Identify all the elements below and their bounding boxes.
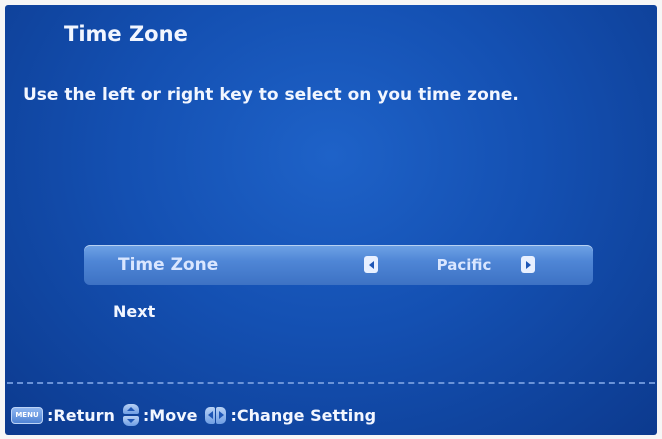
divider: [7, 382, 655, 384]
page-title: Time Zone: [64, 22, 188, 46]
left-right-key-icon: [205, 406, 227, 424]
menu-key-icon: MENU: [11, 406, 43, 424]
next-menu-item[interactable]: Next: [113, 302, 155, 321]
time-zone-screen: Time Zone Use the left or right key to s…: [5, 5, 657, 435]
instruction-text: Use the left or right key to select on y…: [23, 85, 519, 105]
left-arrow-icon[interactable]: [364, 256, 378, 273]
time-zone-value: Pacific: [436, 256, 492, 274]
up-down-key-icon: [122, 404, 139, 426]
time-zone-setting-row[interactable]: Time Zone Pacific: [84, 245, 593, 285]
move-hint: :Move: [142, 405, 198, 425]
change-setting-hint: :Change Setting: [230, 405, 377, 425]
key-hints-bar: MENU :Return :Move :Change Setting: [11, 403, 376, 427]
time-zone-setting-label: Time Zone: [118, 255, 219, 275]
right-arrow-icon[interactable]: [521, 256, 535, 273]
return-hint: :Return: [47, 405, 115, 425]
